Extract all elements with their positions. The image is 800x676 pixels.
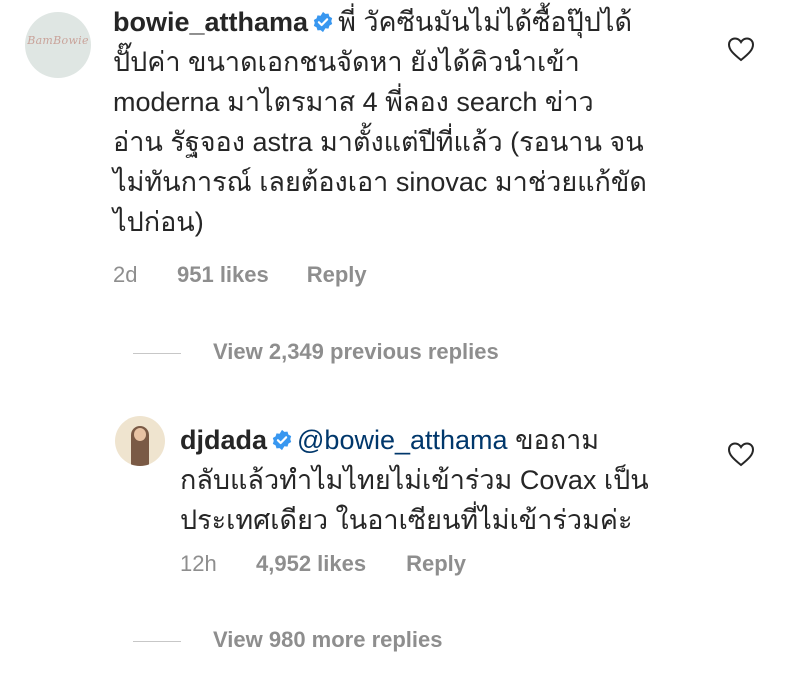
likes-count[interactable]: 951 likes [177, 262, 269, 288]
avatar-logo: BamBowie [27, 34, 89, 48]
username-djdada[interactable]: djdada [180, 425, 267, 455]
view-more-replies-label: View 980 more replies [213, 627, 443, 652]
reply-button[interactable]: Reply [406, 551, 466, 577]
comment-line: ปั๊ปค่า ขนาดเอกชนจัดหา ยังได้คิวนำเข้า [113, 47, 580, 77]
divider-line [133, 640, 181, 642]
heart-icon[interactable] [727, 36, 755, 62]
mention-link[interactable]: @bowie_atthama [297, 425, 508, 455]
view-previous-replies-label: View 2,349 previous replies [213, 339, 499, 364]
comment-time: 2d [113, 262, 138, 287]
comment-djdada: djdada @bowie_atthama ขอถาม กลับแล้วทำไมไ… [0, 400, 800, 600]
heart-icon[interactable] [727, 441, 755, 467]
comment-line: กลับแล้วทำไมไทยไม่เข้าร่วม Covax เป็น [180, 465, 649, 495]
avatar-bowie[interactable]: BamBowie [25, 12, 91, 78]
comment-line: moderna มาไตรมาส 4 พี่ลอง search ข่าว [113, 87, 594, 117]
comment-line: อ่าน รัฐจอง astra มาตั้งแต่ปีที่แล้ว (รอ… [113, 127, 644, 157]
view-more-replies-button[interactable]: View 980 more replies [133, 627, 443, 653]
verified-badge-icon [272, 429, 292, 451]
avatar-face [134, 428, 146, 441]
comment-line-text: พี่ วัคซีนมันไม่ได้ซื้อปุ๊ปได้ [338, 7, 633, 37]
verified-badge-icon [313, 11, 333, 33]
likes-count[interactable]: 4,952 likes [256, 551, 366, 577]
comment-meta-bowie: 2d 951 likes Reply [113, 262, 367, 288]
divider-line [133, 352, 181, 354]
comment-line: ไปก่อน) [113, 207, 204, 237]
comment-meta-djdada: 12h 4,952 likes Reply [180, 551, 466, 577]
comment-line: ไม่ทันการณ์ เลยต้องเอา sinovac มาช่วยแก้… [113, 167, 647, 197]
username-bowie[interactable]: bowie_atthama [113, 7, 308, 37]
comment-time: 12h [180, 551, 217, 576]
comment-text-djdada: djdada @bowie_atthama ขอถาม กลับแล้วทำไมไ… [180, 420, 710, 540]
comment-line: bowie_atthama พี่ วัคซีนมันไม่ได้ซื้อปุ๊ป… [113, 2, 713, 42]
comment-line: djdada @bowie_atthama ขอถาม [180, 420, 710, 460]
reply-button[interactable]: Reply [307, 262, 367, 288]
comment-bowie: BamBowie bowie_atthama พี่ วัคซีนมันไม่ได… [0, 0, 800, 300]
comment-line-text: ขอถาม [515, 425, 600, 455]
comment-text-bowie: bowie_atthama พี่ วัคซีนมันไม่ได้ซื้อปุ๊ป… [113, 2, 713, 242]
avatar-djdada[interactable] [115, 416, 165, 466]
comment-line: ประเทศเดียว ในอาเซียนที่ไม่เข้าร่วมค่ะ [180, 505, 633, 535]
view-previous-replies-button[interactable]: View 2,349 previous replies [133, 339, 499, 365]
